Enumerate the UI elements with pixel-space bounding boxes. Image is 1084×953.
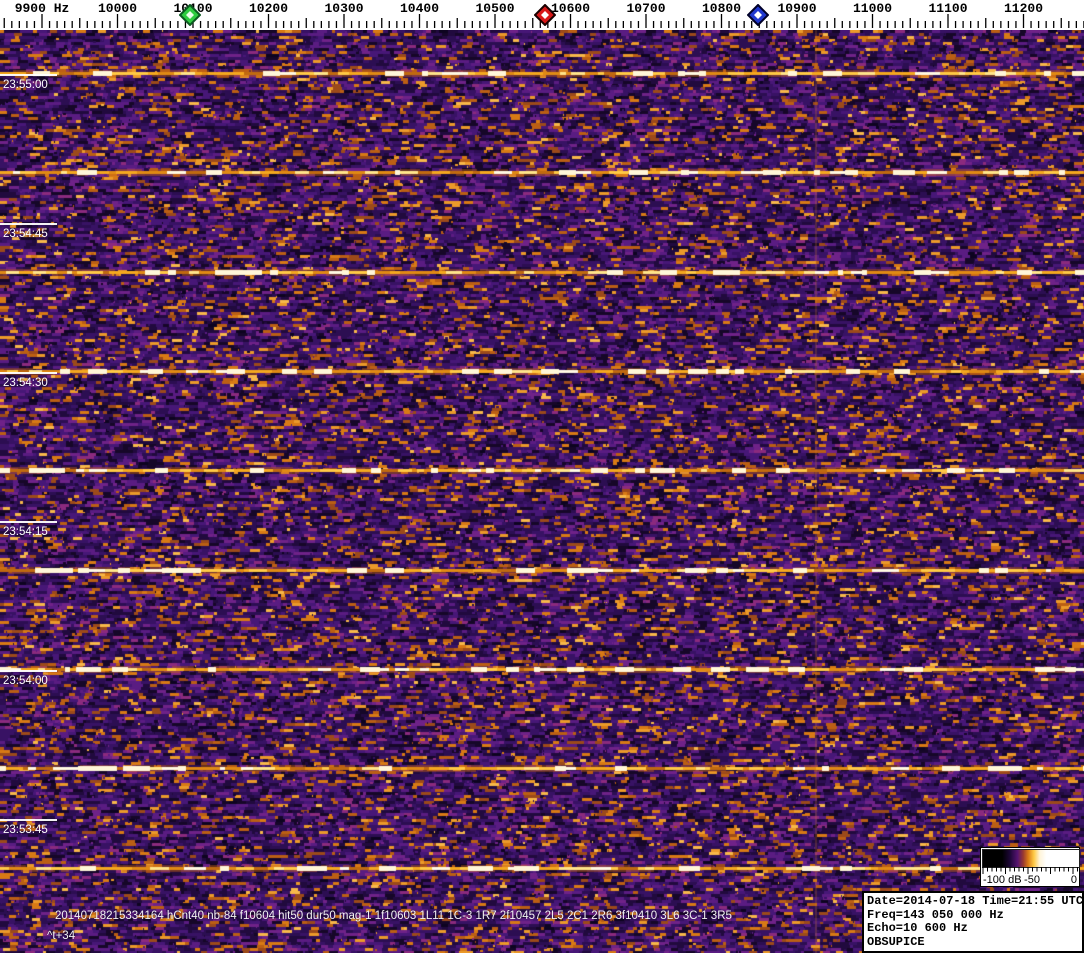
info-echo: Echo=10 600 Hz [867,921,968,935]
time-label: 23:54:30 [3,377,48,389]
time-label: 23:55:00 [3,79,48,91]
colorbar-labels: -100 dB -50 0 [982,874,1078,887]
info-date-time: Date=2014-07-18 Time=21:55 UTC [867,894,1084,908]
freq-label: 11200 [1003,1,1044,16]
colorbar: -100 dB -50 0 [980,847,1080,887]
time-tick [0,670,57,672]
time-tick [0,372,57,374]
freq-label: 11000 [852,1,893,16]
freq-label: 10200 [248,1,289,16]
time-tick [0,521,57,523]
freq-label: 10800 [701,1,742,16]
freq-label: 11100 [928,1,968,16]
green-diamond-marker[interactable] [178,4,201,26]
colorbar-gradient [982,849,1080,868]
freq-label: 10400 [399,1,440,16]
frequency-ruler[interactable]: 9900 Hz100001010010200103001040010500106… [0,0,1084,30]
colorbar-label-mid: -50 [1024,874,1040,886]
freq-label: 9900 Hz [14,1,70,16]
info-frequency: Freq=143 050 000 Hz [867,907,1004,922]
time-tick [0,819,57,821]
colorbar-label-max: 0 [1070,874,1077,886]
freq-label: 10700 [626,1,666,16]
red-diamond-marker[interactable] [533,4,556,26]
time-label: 23:53:45 [3,824,48,836]
annotation-cursor-line: ^t+34 [47,930,76,942]
blue-diamond-marker[interactable] [746,4,769,26]
time-tick [0,74,57,76]
freq-label: 10600 [550,1,591,16]
freq-label: 10500 [475,1,515,16]
time-label: 23:54:15 [3,526,48,538]
detection-annotation: 20140718215334164 hCnt40 nb-84 f10604 hi… [55,910,732,922]
freq-label: 10900 [777,1,817,16]
freq-label: 10000 [97,1,138,16]
info-station: OBSUPICE [867,934,925,949]
freq-label: 10300 [324,1,364,16]
colorbar-label-min: -100 dB [983,874,1022,886]
time-label: 23:54:00 [3,675,48,687]
time-label: 23:54:45 [3,228,48,240]
time-tick [0,223,57,225]
spectrogram-display: 9900 Hz100001010010200103001040010500106… [0,0,1084,953]
observation-info-box: Date=2014-07-18 Time=21:55 UTC Freq=143 … [862,891,1084,953]
waterfall-canvas[interactable] [0,30,1084,953]
